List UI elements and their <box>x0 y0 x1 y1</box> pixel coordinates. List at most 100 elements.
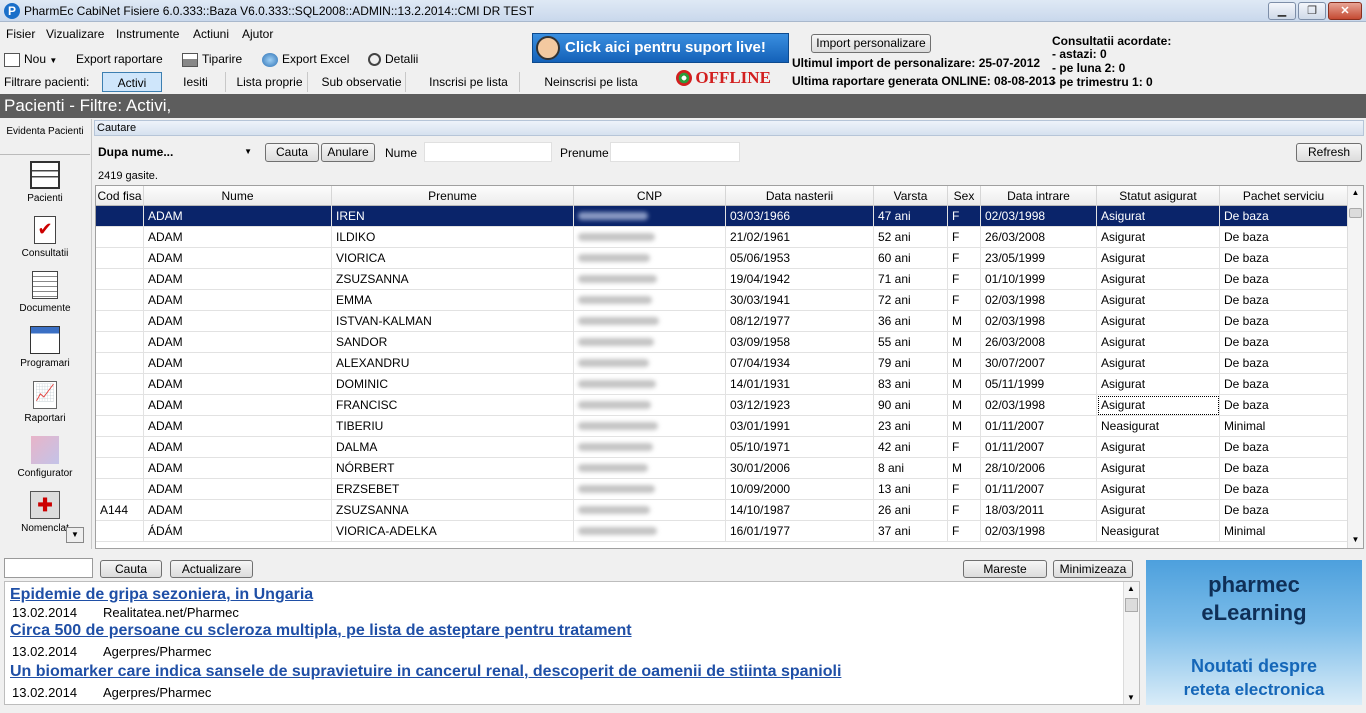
table-row[interactable]: ADAM EMMA 30/03/1941 72 ani F 02/03/1998 Asigu… <box>96 290 1348 311</box>
table-cell: Asigurat <box>1097 353 1220 374</box>
menu-actiuni[interactable]: Actiuni <box>193 27 229 41</box>
sidebar-item-programari[interactable]: Programari <box>0 326 90 369</box>
news-title-link[interactable]: Epidemie de gripa sezoniera, in Ungaria <box>10 586 313 604</box>
column-header[interactable]: Nume <box>144 186 332 206</box>
column-header[interactable]: Cod fisa <box>96 186 144 206</box>
table-cell: 08/12/1977 <box>726 311 874 332</box>
scroll-thumb[interactable] <box>1125 598 1138 612</box>
table-row[interactable]: ADAM VIORICA 05/06/1953 60 ani F 23/05/1999 As… <box>96 248 1348 269</box>
table-cell: 47 ani <box>874 206 948 227</box>
table-cell: 01/11/2007 <box>981 416 1097 437</box>
export-excel-button[interactable]: Export Excel <box>262 50 349 68</box>
sidebar-item-raportari[interactable]: 📈 Raportari <box>0 381 90 424</box>
table-row[interactable]: ADAM ILDIKO 21/02/1961 52 ani F 26/03/2008 Asi… <box>96 227 1348 248</box>
export-raportare-button[interactable]: Export raportare <box>76 50 163 68</box>
news-date: 13.02.2014 <box>12 605 78 620</box>
table-cell: De baza <box>1220 458 1348 479</box>
table-cell <box>96 269 144 290</box>
sidebar-more-icon[interactable]: ▼ <box>66 527 84 543</box>
table-cell: 26 ani <box>874 500 948 521</box>
cancel-button[interactable]: Anulare <box>321 143 375 162</box>
column-header[interactable]: Sex <box>948 186 981 206</box>
table-row[interactable]: ÁDÁM VIORICA-ADELKA 16/01/1977 37 ani F 02/03… <box>96 521 1348 542</box>
table-row[interactable]: A144 ADAM ZSUZSANNA 14/10/1987 26 ani F 18/03/… <box>96 500 1348 521</box>
news-date: 13.02.2014 <box>12 644 78 659</box>
sidebar-item-pacienti[interactable]: Pacienti <box>0 161 90 204</box>
table-cell: ADAM <box>144 353 332 374</box>
table-cell: ZSUZSANNA <box>332 269 574 290</box>
new-button[interactable]: Nou ▼ <box>4 50 57 68</box>
excel-icon <box>262 52 278 67</box>
table-cell: ADAM <box>144 227 332 248</box>
menu-ajutor[interactable]: Ajutor <box>242 27 273 41</box>
table-row[interactable]: ADAM SANDOR 03/09/1958 55 ani M 26/03/2008 Asi… <box>96 332 1348 353</box>
table-row[interactable]: ADAM DOMINIC 14/01/1931 83 ani M 05/11/1999 As… <box>96 374 1348 395</box>
scroll-up-icon[interactable]: ▲ <box>1350 188 1361 199</box>
support-banner-text: Click aici pentru suport live! <box>565 39 766 56</box>
name-input[interactable] <box>424 142 552 162</box>
minimize-icon[interactable]: ▁ <box>1268 2 1296 20</box>
cnp-redacted <box>574 437 726 458</box>
news-search-button[interactable]: Cauta <box>100 560 162 578</box>
search-button[interactable]: Cauta <box>265 143 319 162</box>
app-icon: P <box>4 3 20 19</box>
tab-iesiti[interactable]: Iesiti <box>166 72 226 92</box>
menu-vizualizare[interactable]: Vizualizare <box>46 27 104 41</box>
live-support-banner[interactable]: Click aici pentru suport live! <box>532 33 789 63</box>
table-scrollbar[interactable]: ▲ ▼ <box>1347 186 1363 548</box>
table-cell: Asigurat <box>1097 290 1220 311</box>
tab-inscrisi[interactable]: Inscrisi pe lista <box>418 72 520 92</box>
elearning-ad[interactable]: pharmec eLearning Noutati despre reteta … <box>1146 560 1362 705</box>
details-button[interactable]: Detalii <box>368 50 418 68</box>
sidebar-item-configurator[interactable]: Configurator <box>0 436 90 479</box>
column-header[interactable]: Data nasterii <box>726 186 874 206</box>
offline-indicator: OFFLINE <box>676 68 771 88</box>
restore-icon[interactable]: ❐ <box>1298 2 1326 20</box>
close-icon[interactable]: ✕ <box>1328 2 1362 20</box>
tab-sub-observatie[interactable]: Sub observatie <box>318 72 406 92</box>
news-search-input[interactable] <box>4 558 93 578</box>
table-row[interactable]: ADAM ALEXANDRU 07/04/1934 79 ani M 30/07/2007… <box>96 353 1348 374</box>
table-row[interactable]: ADAM TIBERIU 03/01/1991 23 ani M 01/11/2007 Ne… <box>96 416 1348 437</box>
table-row[interactable]: ADAM FRANCISC 03/12/1923 90 ani M 02/03/1998 A… <box>96 395 1348 416</box>
table-cell: 10/09/2000 <box>726 479 874 500</box>
tab-lista-proprie[interactable]: Lista proprie <box>232 72 308 92</box>
scroll-up-icon[interactable]: ▲ <box>1127 584 1135 593</box>
table-cell: 02/03/1998 <box>981 290 1097 311</box>
news-title-link[interactable]: Circa 500 de persoane cu scleroza multip… <box>10 622 632 640</box>
column-header[interactable]: Varsta <box>874 186 948 206</box>
news-title-link[interactable]: Un biomarker care indica sansele de supr… <box>10 663 841 681</box>
print-button[interactable]: Tiparire <box>182 50 242 68</box>
scroll-down-icon[interactable]: ▼ <box>1350 535 1361 546</box>
table-row[interactable]: ADAM ZSUZSANNA 19/04/1942 71 ani F 01/10/1999… <box>96 269 1348 290</box>
tab-neinscrisi[interactable]: Neinscrisi pe lista <box>530 72 652 92</box>
import-personalizare-button[interactable]: Import personalizare <box>811 34 931 53</box>
column-header[interactable]: Pachet serviciu <box>1220 186 1348 206</box>
enlarge-button[interactable]: Mareste <box>963 560 1047 578</box>
column-header[interactable]: Prenume <box>332 186 574 206</box>
offline-label: OFFLINE <box>695 68 771 87</box>
column-header[interactable]: Data intrare <box>981 186 1097 206</box>
cnp-redacted <box>574 248 726 269</box>
menu-fisier[interactable]: Fisier <box>6 27 35 41</box>
refresh-button[interactable]: Refresh <box>1296 143 1362 162</box>
sidebar-item-documente[interactable]: Documente <box>0 271 90 314</box>
minimize-news-button[interactable]: Minimizeaza <box>1053 560 1133 578</box>
table-row[interactable]: ADAM ISTVAN-KALMAN 08/12/1977 36 ani M 02/03/… <box>96 311 1348 332</box>
sidebar-item-consultatii[interactable]: ✔ Consultatii <box>0 216 90 259</box>
news-scrollbar[interactable]: ▲ ▼ <box>1123 582 1139 704</box>
table-cell: ADAM <box>144 311 332 332</box>
search-mode-select[interactable]: Dupa nume... ▼ <box>96 142 254 162</box>
menu-instrumente[interactable]: Instrumente <box>116 27 179 41</box>
table-row[interactable]: ADAM IREN 03/03/1966 47 ani F 02/03/1998 Asigu… <box>96 206 1348 227</box>
first-name-input[interactable] <box>610 142 740 162</box>
table-row[interactable]: ADAM DALMA 05/10/1971 42 ani F 01/11/2007 Asig… <box>96 437 1348 458</box>
scroll-thumb[interactable] <box>1349 208 1362 218</box>
table-row[interactable]: ADAM ERZSEBET 10/09/2000 13 ani F 01/11/2007 A… <box>96 479 1348 500</box>
news-refresh-button[interactable]: Actualizare <box>170 560 253 578</box>
tab-activi[interactable]: Activi <box>102 72 162 92</box>
table-row[interactable]: ADAM NÓRBERT 30/01/2006 8 ani M 28/10/2006 Asi… <box>96 458 1348 479</box>
column-header[interactable]: CNP <box>574 186 726 206</box>
scroll-down-icon[interactable]: ▼ <box>1127 693 1135 702</box>
column-header[interactable]: Statut asigurat <box>1097 186 1220 206</box>
